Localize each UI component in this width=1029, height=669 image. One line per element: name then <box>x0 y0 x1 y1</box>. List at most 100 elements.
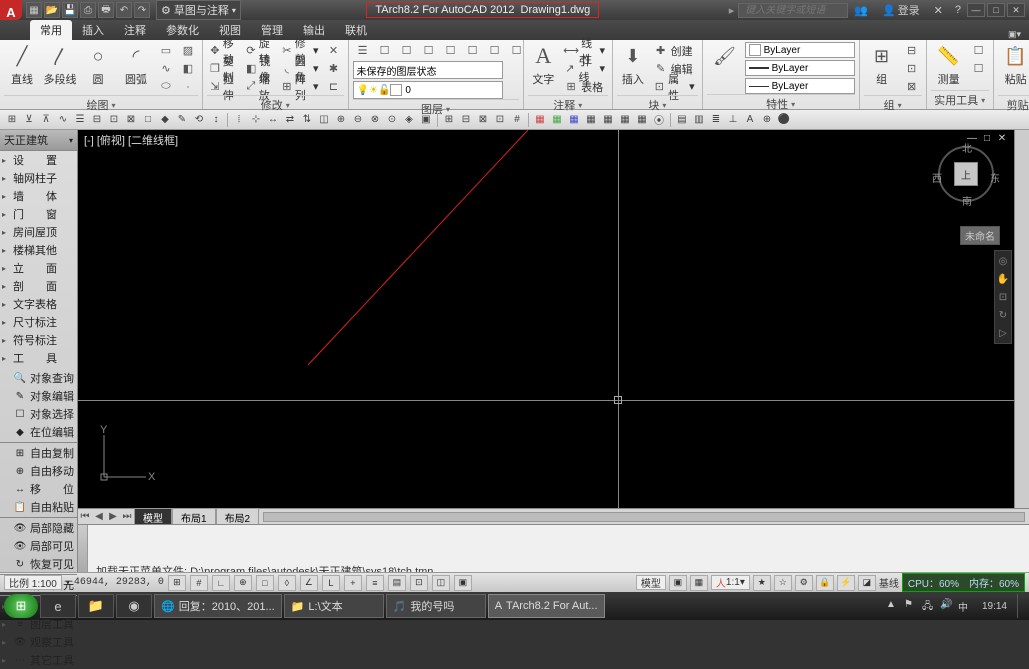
tb-icon[interactable]: ⦙ <box>231 112 247 128</box>
layer-btn5[interactable]: ☐ <box>441 42 461 59</box>
layer-props-button[interactable]: ☰ <box>353 42 373 59</box>
tb-icon[interactable]: ▦ <box>532 112 548 128</box>
palette-category[interactable]: ▸门 窗 <box>0 205 77 223</box>
arc-button[interactable]: ◜圆弧 <box>118 42 154 87</box>
hardware-accel[interactable]: ⚡ <box>837 575 855 591</box>
attr-button[interactable]: ⊡属性▾ <box>651 78 698 95</box>
maximize-button[interactable]: □ <box>987 3 1005 17</box>
group-b2[interactable]: ⊡ <box>902 60 922 77</box>
tb-icon[interactable]: ⊙ <box>384 112 400 128</box>
qat-new-icon[interactable]: ▦ <box>26 2 42 18</box>
tb-icon[interactable]: ↕ <box>208 112 224 128</box>
paste-button[interactable]: 📋粘贴 <box>998 42 1029 87</box>
layer-btn3[interactable]: ☐ <box>397 42 417 59</box>
leader-button[interactable]: ↗引线▾ <box>561 60 608 77</box>
tb-icon[interactable]: ⇅ <box>299 112 315 128</box>
polyline-button[interactable]: 〳多段线 <box>42 42 78 87</box>
snap-toggle[interactable]: ⊞ <box>168 575 186 591</box>
panel-clip-title[interactable]: 剪贴板 <box>998 95 1029 114</box>
anno-scale[interactable]: 人1:1▾ <box>711 575 750 590</box>
workspace-dropdown[interactable]: ⚙ 草图与注释 ▾ <box>156 0 241 20</box>
lineweight-dropdown[interactable]: ByLayer <box>745 78 855 94</box>
tb-icon[interactable]: ▦ <box>549 112 565 128</box>
tb-icon[interactable]: ⇄ <box>282 112 298 128</box>
layer-btn6[interactable]: ☐ <box>463 42 483 59</box>
ellipse-button[interactable]: ⬭ <box>156 78 176 95</box>
util-b1[interactable]: ☐ <box>969 42 989 59</box>
tb-icon[interactable]: ⊟ <box>458 112 474 128</box>
explode-button[interactable]: ✱ <box>324 60 344 77</box>
layout-nav-first[interactable]: ⏮ <box>78 511 92 522</box>
rect-button[interactable]: ▭ <box>156 42 176 59</box>
tray-network-icon[interactable]: 🖧 <box>922 599 936 613</box>
tb-icon[interactable]: ◫ <box>316 112 332 128</box>
tab-home[interactable]: 常用 <box>30 20 72 40</box>
palette-tool[interactable]: ◆在位编辑 <box>0 423 77 441</box>
layout-tab-model[interactable]: 模型 <box>134 508 172 526</box>
pan-icon[interactable]: ✋ <box>997 271 1009 287</box>
tb-icon[interactable]: ⊖ <box>350 112 366 128</box>
text-button[interactable]: A文字 <box>528 42 560 87</box>
tab-online[interactable]: 联机 <box>335 20 377 40</box>
point-button[interactable]: ∙ <box>178 78 198 95</box>
3dosnap-toggle[interactable]: ◊ <box>278 575 296 591</box>
am-toggle[interactable]: ▣ <box>454 575 472 591</box>
tray-flag-icon[interactable]: ⚑ <box>904 599 918 613</box>
tb-icon[interactable]: A <box>742 112 758 128</box>
insert-button[interactable]: ⬇插入 <box>617 42 649 87</box>
polar-toggle[interactable]: ⊕ <box>234 575 252 591</box>
orbit-icon[interactable]: ↻ <box>997 307 1009 323</box>
qat-saveas-icon[interactable]: ⎙ <box>80 2 96 18</box>
layer-btn7[interactable]: ☐ <box>485 42 505 59</box>
toolbar-lock[interactable]: 🔒 <box>816 575 834 591</box>
viewcube[interactable]: 上 北 南 东 西 <box>936 144 996 204</box>
tab-insert[interactable]: 插入 <box>72 20 114 40</box>
wheel-icon[interactable]: ◎ <box>997 253 1009 269</box>
quickview-layouts[interactable]: ▣ <box>669 575 687 591</box>
layout-tab-1[interactable]: 布局1 <box>172 508 216 526</box>
tb-icon[interactable]: ▤ <box>674 112 690 128</box>
palette-category[interactable]: ▸工 具 <box>0 349 77 367</box>
palette-tool[interactable]: 🔍对象查询 <box>0 369 77 387</box>
palette-category[interactable]: ▸楼梯其他 <box>0 241 77 259</box>
linetype-dropdown[interactable]: ByLayer <box>745 60 855 76</box>
tb-icon[interactable]: ⊼ <box>38 112 54 128</box>
tb-icon[interactable]: ⊠ <box>475 112 491 128</box>
layout-tab-2[interactable]: 布局2 <box>216 508 260 526</box>
palette-tool[interactable]: ▸👁观察工具 <box>0 633 77 651</box>
layout-nav-last[interactable]: ⏭ <box>120 511 134 522</box>
hatch-button[interactable]: ▨ <box>178 42 198 59</box>
tb-icon[interactable]: # <box>509 112 525 128</box>
palette-tool[interactable]: 👁局部可见 <box>0 537 77 555</box>
chevron-down-icon[interactable]: ▾ <box>66 578 70 587</box>
app-icon[interactable]: A <box>0 0 22 20</box>
login-button[interactable]: 👤 登录 <box>882 2 920 18</box>
tb-icon[interactable]: ▦ <box>634 112 650 128</box>
showmotion-icon[interactable]: ▷ <box>997 325 1009 341</box>
pinned-explorer-icon[interactable]: 📁 <box>78 594 114 618</box>
tb-icon[interactable]: ⊥ <box>725 112 741 128</box>
tb-icon[interactable]: ▦ <box>617 112 633 128</box>
layout-nav-next[interactable]: ▶ <box>106 511 120 522</box>
qat-save-icon[interactable]: 💾 <box>62 2 78 18</box>
qp-toggle[interactable]: ⊡ <box>410 575 428 591</box>
tb-icon[interactable]: ↔ <box>265 112 281 128</box>
panel-group-title[interactable]: 组 <box>864 95 922 114</box>
dyn-toggle[interactable]: + <box>344 575 362 591</box>
palette-tool[interactable]: ▸⋯其它工具 <box>0 651 77 669</box>
layer-btn4[interactable]: ☐ <box>419 42 439 59</box>
group-button[interactable]: ⊞组 <box>864 42 900 87</box>
util-b2[interactable]: ☐ <box>969 60 989 77</box>
stretch-button[interactable]: ⇲拉伸 <box>207 78 241 95</box>
tab-annotate[interactable]: 注释 <box>114 20 156 40</box>
tb-icon[interactable]: ⊡ <box>106 112 122 128</box>
clock[interactable]: 19:14 <box>976 601 1013 612</box>
command-line[interactable]: 加载天正菜单文件: D:\program files\autodesk\天正建筑… <box>78 524 1029 572</box>
palette-category[interactable]: ▸设 置 <box>0 151 77 169</box>
zoom-extents-icon[interactable]: ⊡ <box>997 289 1009 305</box>
tb-icon[interactable]: ◆ <box>157 112 173 128</box>
tb-icon[interactable]: ⊡ <box>492 112 508 128</box>
spline-button[interactable]: ∿ <box>156 60 176 77</box>
tb-icon[interactable]: ⊠ <box>123 112 139 128</box>
palette-title[interactable]: 天正建筑▾ <box>0 130 77 151</box>
